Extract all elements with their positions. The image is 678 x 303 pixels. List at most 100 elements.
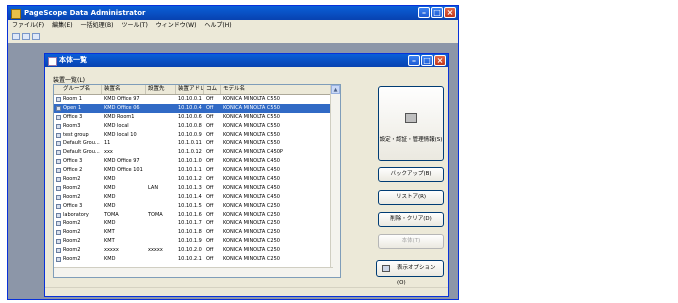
child-close-button[interactable]: × [434, 55, 446, 66]
cell-comm: Off [204, 255, 221, 264]
horizontal-scrollbar[interactable] [54, 267, 333, 277]
cell-device-text: KMD Room1 [104, 113, 135, 120]
cell-location: LAN [146, 184, 176, 193]
cell-location [146, 219, 176, 228]
table-row[interactable]: Room2 KMD 10.10.1.2 Off KONICA MINOLTA C450 [54, 175, 340, 184]
menu-window[interactable]: ウィンドウ(W) [156, 20, 197, 31]
child-title: 本体一覧 [59, 56, 87, 64]
cell-model-text: KONICA MINOLTA C450 [223, 167, 280, 174]
menu-help[interactable]: ヘルプ(H) [204, 20, 231, 31]
vertical-scrollbar[interactable]: ▲ [330, 85, 340, 277]
device-icon [56, 257, 61, 263]
display-options-button[interactable]: 表示オプション(O) [376, 260, 444, 286]
toolbar-button-3[interactable] [32, 33, 40, 40]
cell-device: KMT [102, 228, 146, 237]
menu-batch[interactable]: 一括処理(B) [81, 20, 114, 31]
cell-location-text: xxxxx [148, 247, 163, 254]
child-maximize-button[interactable]: □ [421, 55, 433, 66]
device-icon [56, 185, 61, 191]
table-row[interactable]: Open 1 KMD Office 06 10.10.0.4 Off KONICA MI… [54, 103, 340, 113]
cell-address-text: 10.10.1.3 [178, 184, 202, 191]
cell-address-text: 10.10.2.1 [178, 256, 202, 263]
cell-device: KMT [102, 237, 146, 246]
cell-address: 10.10.0.4 [176, 104, 204, 113]
table-row[interactable]: Office 3 KMD Office 97 10.10.1.0 Off KONICA … [54, 157, 340, 166]
cell-comm: Off [204, 246, 221, 255]
restore-button[interactable]: リストア(R) [378, 190, 444, 205]
column-header-group[interactable]: グループ名 [54, 85, 102, 94]
table-row[interactable]: test group KMD local 10 10.10.0.9 Off KONICA… [54, 131, 340, 140]
backup-button[interactable]: バックアップ(B) [378, 167, 444, 182]
table-row[interactable]: Room2 KMD 10.10.2.1 Off KONICA MINOLTA C250 [54, 255, 340, 264]
device-list[interactable]: グループ名 装置名 設置先 装置アドレス コム モデル名 Room 1 KMD O… [53, 84, 341, 278]
settings-button[interactable]: 設定・認証・管理情報(S) [378, 86, 444, 161]
cell-device: KMD Office 101 [102, 166, 146, 175]
cell-location [146, 175, 176, 184]
cell-location [146, 157, 176, 166]
table-row[interactable]: Room2 KMD LAN 10.10.1.3 Off KONICA MINOLTA C4… [54, 184, 340, 193]
toolbar-button-1[interactable] [12, 33, 20, 40]
cell-model-text: KONICA MINOLTA C550 [223, 113, 280, 120]
table-row[interactable]: Office 2 KMD Office 101 10.10.1.1 Off KONICA… [54, 166, 340, 175]
device-icon [56, 168, 61, 174]
table-row[interactable]: Office 3 KMD Room1 10.10.0.6 Off KONICA MINO… [54, 113, 340, 122]
cell-location [146, 104, 176, 113]
table-row[interactable]: Room2 xxxxx xxxxx 10.10.2.0 Off KONICA MINOLT… [54, 246, 340, 255]
child-minimize-button[interactable]: – [408, 55, 420, 66]
column-header-address[interactable]: 装置アドレス [176, 85, 204, 94]
cell-address: 10.10.1.3 [176, 184, 204, 193]
cell-group: Room2 [54, 193, 102, 202]
table-row[interactable]: laboratory TOMA TOMA 10.10.1.6 Off KONICA MIN… [54, 211, 340, 220]
table-row[interactable]: Room2 KMD 10.10.1.4 Off KONICA MINOLTA C450 [54, 193, 340, 202]
cell-model-text: KONICA MINOLTA C550 [223, 140, 280, 147]
table-row[interactable]: Room3 KMD local 10.10.0.8 Off KONICA MINOLTA… [54, 122, 340, 131]
column-header-location[interactable]: 設置先 [146, 85, 176, 94]
close-button[interactable]: × [444, 7, 456, 18]
scroll-up-arrow[interactable]: ▲ [331, 85, 340, 94]
table-row[interactable]: Default Grou... 11 10.1.0.11 Off KONICA MINO… [54, 139, 340, 148]
table-row[interactable]: Office 3 KMD 10.10.1.5 Off KONICA MINOLTA C2… [54, 202, 340, 211]
cell-location [146, 166, 176, 175]
cell-location: TOMA [146, 211, 176, 220]
cell-comm-text: Off [206, 220, 214, 227]
table-row[interactable]: Room2 KMT 10.10.1.8 Off KONICA MINOLTA C250 [54, 228, 340, 237]
cell-model: KONICA MINOLTA C550 [221, 131, 332, 140]
cell-comm: Off [204, 104, 221, 113]
table-row[interactable]: Room 1 KMD Office 97 10.10.0.1 Off KONICA MI… [54, 95, 340, 104]
menu-edit[interactable]: 編集(E) [52, 20, 72, 31]
cell-model-text: KONICA MINOLTA C450 [223, 176, 280, 183]
minimize-button[interactable]: – [418, 7, 430, 18]
status-bar [45, 287, 448, 296]
column-header-device[interactable]: 装置名 [102, 85, 146, 94]
cell-address: 10.10.1.9 [176, 237, 204, 246]
cell-comm: Off [204, 193, 221, 202]
menu-tools[interactable]: ツール(T) [121, 20, 147, 31]
cell-model: KONICA MINOLTA C250 [221, 237, 332, 246]
maximize-button[interactable]: □ [431, 7, 443, 18]
cell-location [146, 237, 176, 246]
menu-file[interactable]: ファイル(F) [12, 20, 44, 31]
cell-model: KONICA MINOLTA C250 [221, 219, 332, 228]
cell-device: KMD Office 97 [102, 157, 146, 166]
cell-group: Room2 [54, 255, 102, 264]
table-row[interactable]: Default Grou... xxx 10.1.0.12 Off KONICA MIN… [54, 148, 340, 157]
table-row[interactable]: Room2 KMD 10.10.1.7 Off KONICA MINOLTA C250 [54, 219, 340, 228]
device-icon [56, 132, 61, 138]
cell-comm-text: Off [206, 96, 214, 102]
cell-address-text: 10.10.0.9 [178, 131, 202, 138]
cell-location: xxxxx [146, 246, 176, 255]
disabled-button[interactable]: 本体(T) [378, 234, 444, 249]
column-header-model[interactable]: モデル名 [221, 85, 332, 94]
toolbar-button-2[interactable] [22, 33, 30, 40]
cell-model-text: KONICA MINOLTA C250 [223, 247, 280, 254]
cell-comm-text: Off [206, 149, 214, 156]
cell-group: laboratory [54, 211, 102, 220]
cell-location [146, 131, 176, 140]
cell-device-text: KMD [104, 176, 116, 183]
cell-address: 10.10.1.0 [176, 157, 204, 166]
table-row[interactable]: Room2 KMT 10.10.1.9 Off KONICA MINOLTA C250 [54, 237, 340, 246]
delete-button[interactable]: 削除・クリア(D) [378, 212, 444, 227]
column-header-comm[interactable]: コム [204, 85, 221, 94]
cell-device: 11 [102, 139, 146, 148]
cell-comm-text: Off [206, 131, 214, 138]
